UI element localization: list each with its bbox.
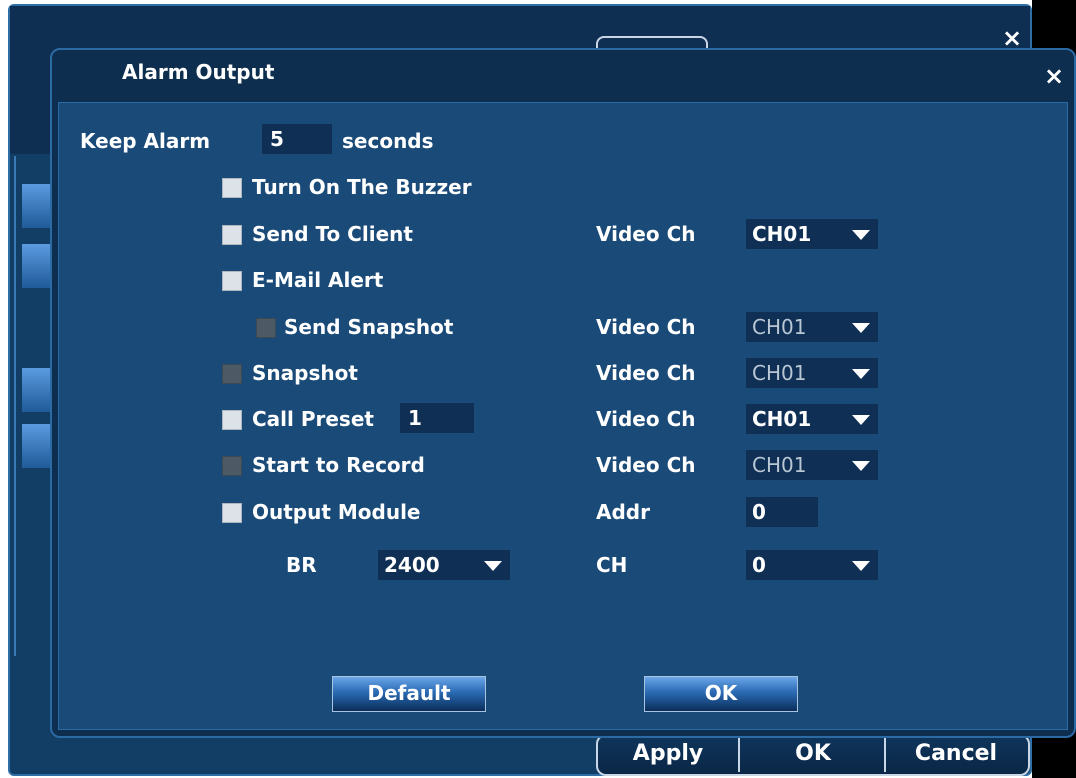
start-record-channel-select[interactable]: CH01 [746,450,878,480]
keep-alarm-unit: seconds [342,129,434,153]
call-preset-input[interactable]: 1 [400,403,474,433]
dialog-title: Alarm Output [122,60,275,84]
email-alert-label: E-Mail Alert [252,268,384,292]
chevron-down-icon [852,369,870,379]
snapshot-checkbox[interactable] [222,364,242,384]
keep-alarm-label: Keep Alarm [80,129,211,153]
chevron-down-icon [484,561,502,571]
video-ch-label: Video Ch [596,453,696,477]
ch-select[interactable]: 0 [746,550,878,580]
call-preset-channel-select[interactable]: CH01 [746,404,878,434]
video-ch-label: Video Ch [596,361,696,385]
addr-label: Addr [596,500,650,524]
start-record-label: Start to Record [252,453,425,477]
chevron-down-icon [852,230,870,240]
send-to-client-checkbox[interactable] [222,225,242,245]
chevron-down-icon [852,561,870,571]
call-preset-label: Call Preset [252,407,374,431]
chevron-down-icon [852,461,870,471]
output-module-checkbox[interactable] [222,503,242,523]
send-to-client-label: Send To Client [252,222,413,246]
send-snapshot-checkbox[interactable] [256,318,276,338]
video-ch-label: Video Ch [596,315,696,339]
default-button[interactable]: Default [332,676,486,712]
email-alert-checkbox[interactable] [222,271,242,291]
chevron-down-icon [852,415,870,425]
background-ok-button[interactable]: OK [738,738,886,772]
start-record-checkbox[interactable] [222,456,242,476]
video-ch-label: Video Ch [596,222,696,246]
buzzer-label: Turn On The Buzzer [252,175,472,199]
snapshot-label: Snapshot [252,361,358,385]
buzzer-checkbox[interactable] [222,178,242,198]
br-label: BR [286,553,317,577]
br-select[interactable]: 2400 [378,550,510,580]
send-snapshot-label: Send Snapshot [284,315,454,339]
background-button-bar: Apply OK Cancel [596,734,1030,776]
video-ch-label: Video Ch [596,407,696,431]
background-apply-button[interactable]: Apply [598,738,738,772]
call-preset-checkbox[interactable] [222,410,242,430]
background-cancel-button[interactable]: Cancel [884,738,1026,772]
keep-alarm-input[interactable]: 5 [262,124,332,154]
addr-input[interactable]: 0 [746,497,818,527]
close-icon[interactable]: × [1044,64,1064,88]
snapshot-channel-select[interactable]: CH01 [746,358,878,388]
send-snapshot-channel-select[interactable]: CH01 [746,312,878,342]
send-to-client-channel-select[interactable]: CH01 [746,219,878,249]
ok-button[interactable]: OK [644,676,798,712]
chevron-down-icon [852,323,870,333]
background-close-icon[interactable]: × [1002,26,1022,50]
ch-label: CH [596,553,628,577]
output-module-label: Output Module [252,500,421,524]
dialog-body [58,102,1068,730]
